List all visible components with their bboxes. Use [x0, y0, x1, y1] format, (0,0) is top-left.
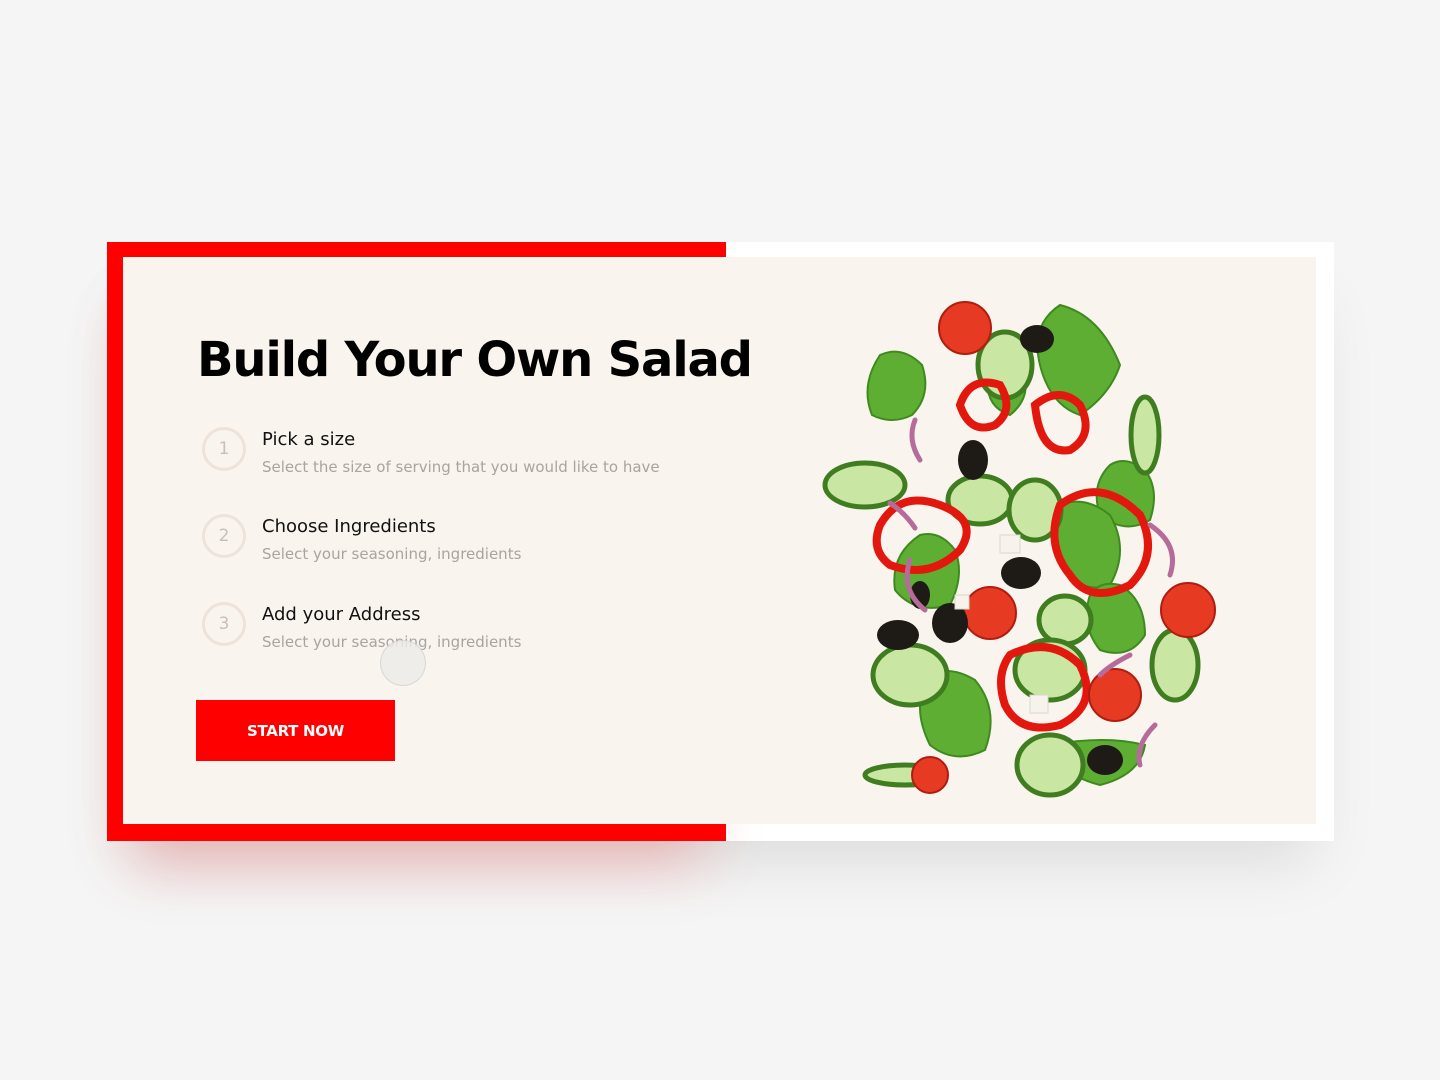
mouse-cursor-indicator [380, 640, 426, 686]
step-number-badge: 1 [202, 427, 246, 471]
start-now-button[interactable]: START NOW [196, 700, 395, 761]
step-description: Select your seasoning, ingredients [262, 545, 522, 563]
page-title: Build Your Own Salad [197, 332, 753, 388]
step-title: Pick a size [262, 429, 356, 450]
step-item-2: 2 Choose Ingredients Select your seasoni… [202, 514, 702, 570]
step-item-1: 1 Pick a size Select the size of serving… [202, 427, 702, 483]
step-title: Add your Address [262, 604, 421, 625]
step-item-3: 3 Add your Address Select your seasoning… [202, 602, 702, 658]
step-title: Choose Ingredients [262, 516, 436, 537]
page: Build Your Own Salad 1 Pick a size Selec… [0, 0, 1440, 1080]
step-number-badge: 2 [202, 514, 246, 558]
step-number-badge: 3 [202, 602, 246, 646]
salad-illustration [822, 301, 1216, 798]
step-description: Select the size of serving that you woul… [262, 458, 660, 476]
